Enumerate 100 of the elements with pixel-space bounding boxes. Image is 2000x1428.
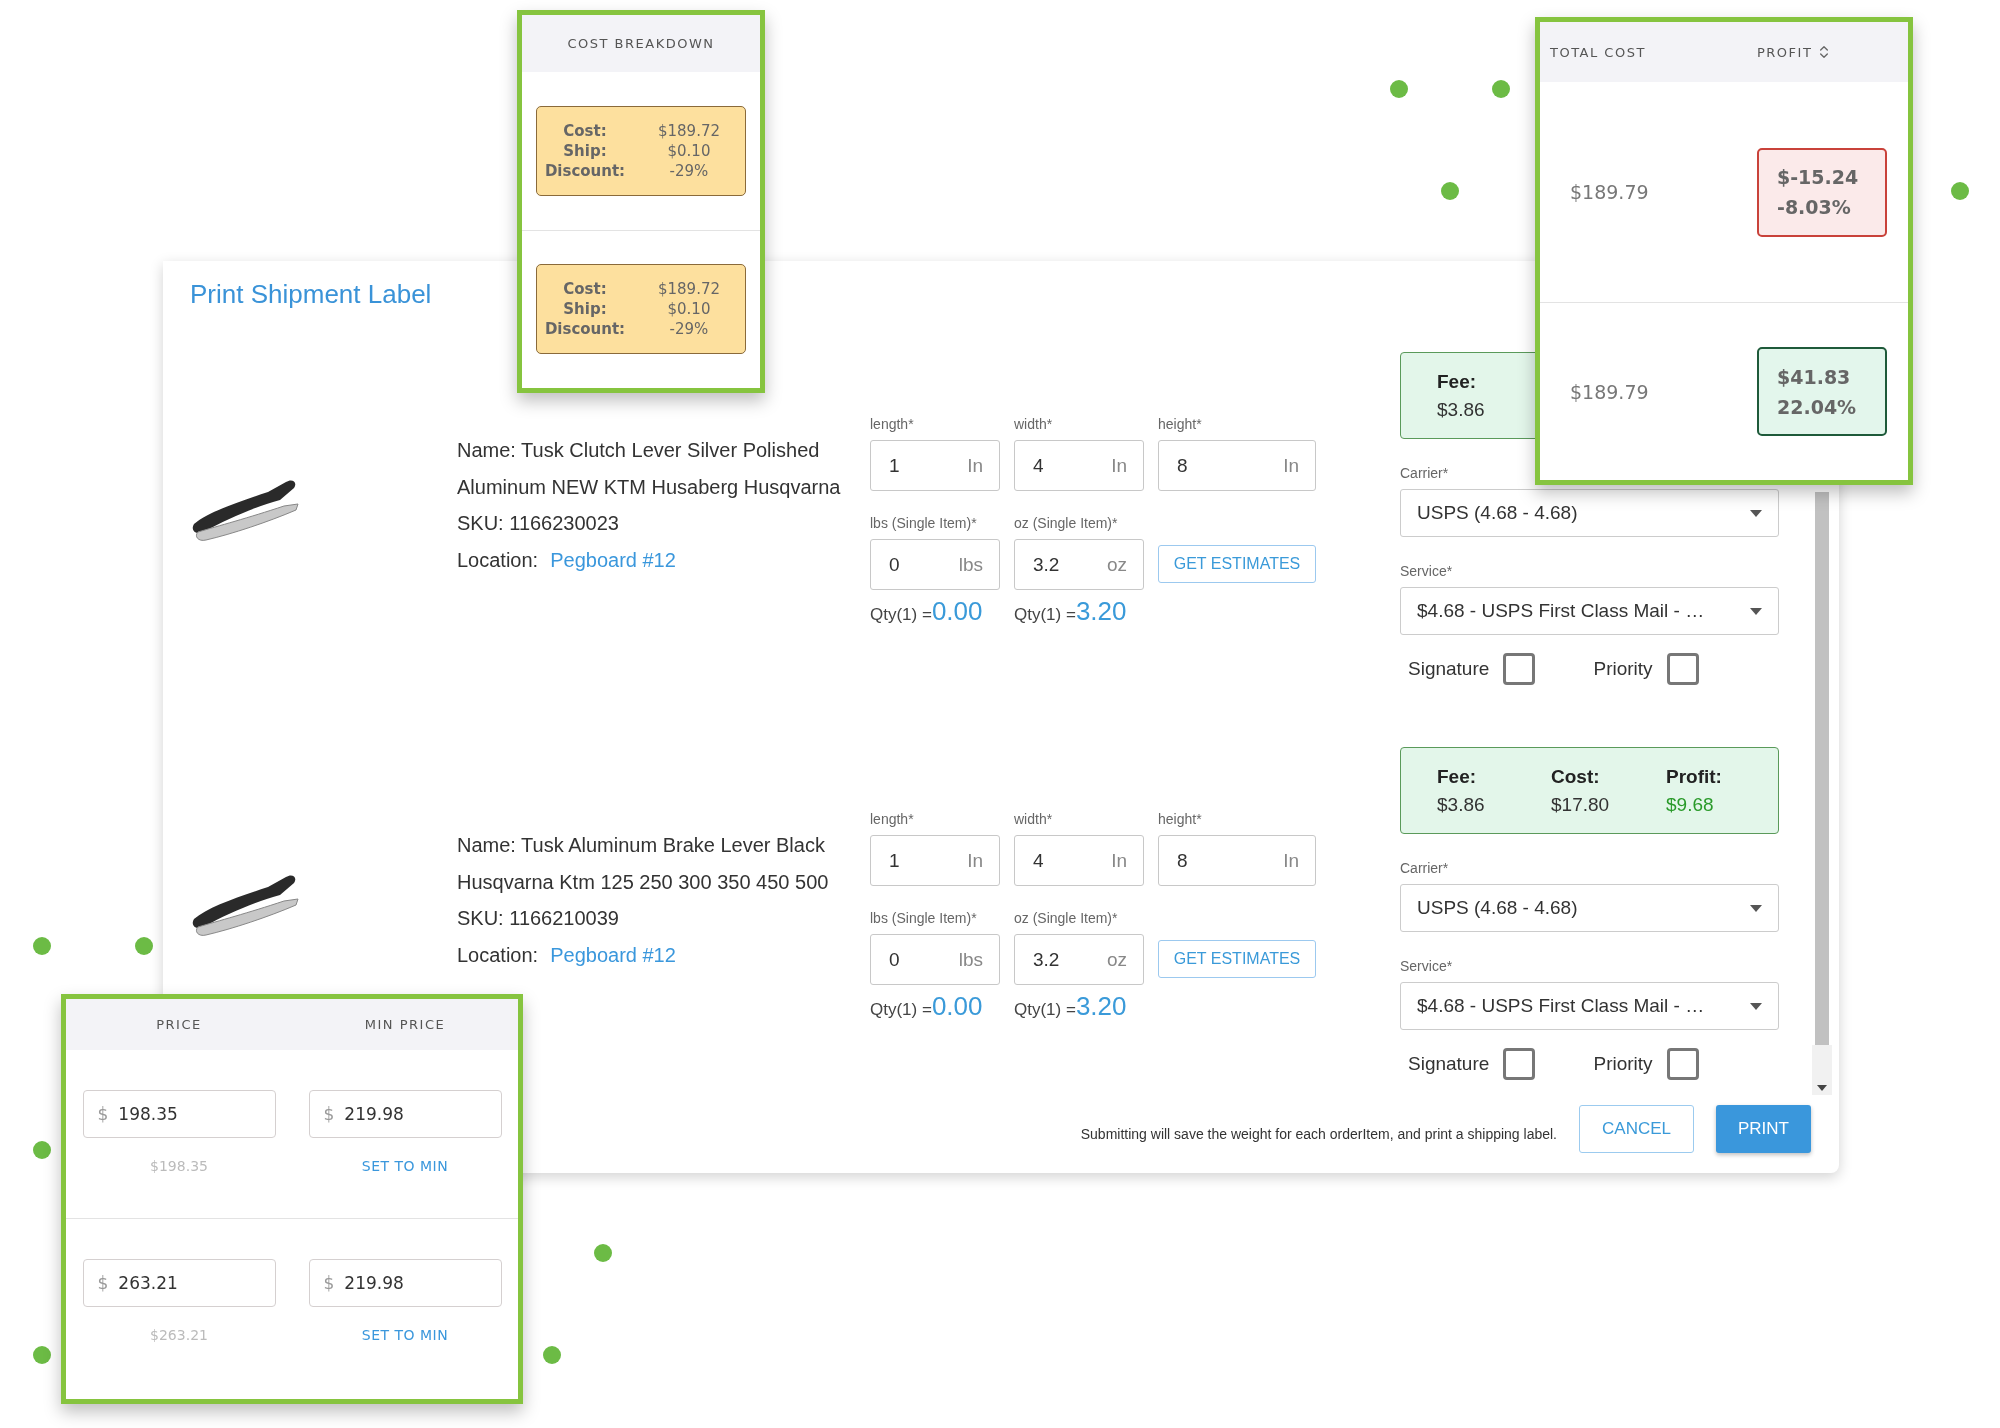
qty-value: 3.20 (1075, 596, 1127, 627)
option-label: Signature (1408, 1053, 1490, 1075)
min-price-field[interactable]: $ 219.98 (308, 1259, 502, 1307)
price-note: $198.35 (150, 1158, 208, 1174)
cost-label: Ship: (562, 300, 608, 319)
qty-label: Qty(1) = (870, 1000, 932, 1020)
dimension-field[interactable]: 4 In (1014, 440, 1144, 491)
field-label: Service* (1400, 958, 1454, 974)
price-field[interactable]: $ 263.21 (82, 1259, 276, 1307)
cost-label: Discount: (543, 161, 627, 180)
dimension-field[interactable]: 1 In (870, 440, 1000, 491)
column-header: MIN PRICE (363, 1017, 447, 1032)
field-label: Service* (1400, 563, 1454, 579)
caret-icon (1750, 607, 1762, 615)
product-name: Name: Tusk Aluminum Brake Lever Black Husqvarna Ktm 125 250 300 350 450 500 (457, 833, 830, 895)
product-name: Name: Tusk Clutch Lever Silver Polished Aluminum NEW KTM Husaberg Husqvarna (457, 438, 842, 500)
fee-value: $3.86 (1437, 793, 1486, 816)
total-cost-value: $189.79 (1569, 181, 1650, 204)
fee-label: Profit: (1666, 765, 1723, 788)
footer-note: Submitting will save the weight for each orderItem, and print a shipping label. (1080, 1126, 1557, 1142)
column-header: TOTAL COST (1549, 44, 1647, 60)
accent-dot (1492, 80, 1510, 98)
weight-field[interactable]: 3.2 oz (1014, 539, 1144, 590)
field-label: length* (870, 811, 915, 827)
profit-badge: $41.83 22.04% (1757, 347, 1887, 437)
fee-label: Fee: (1437, 765, 1478, 788)
qty-label: Qty(1) = (1014, 605, 1076, 625)
field-label: width* (1014, 811, 1054, 827)
min-price-field[interactable]: $ 219.98 (308, 1090, 502, 1138)
field-label: Carrier* (1400, 860, 1450, 876)
checkbox[interactable] (1666, 653, 1699, 685)
checkbox[interactable] (1503, 653, 1536, 685)
option-label: Signature (1408, 658, 1490, 680)
qty-label: Qty(1) = (870, 605, 932, 625)
field-label: lbs (Single Item)* (870, 515, 978, 531)
profit-badge: $-15.24 -8.03% (1757, 147, 1887, 237)
sort-header[interactable]: PROFIT (1757, 44, 1908, 60)
qty-value: 0.00 (931, 991, 983, 1022)
dimension-field[interactable]: 8 In (1158, 835, 1316, 886)
dimension-field[interactable]: 1 In (870, 835, 1000, 886)
dimension-field[interactable]: 4 In (1014, 835, 1144, 886)
weight-field[interactable]: 0 lbs (870, 539, 1000, 590)
qty-label: Qty(1) = (1014, 1000, 1076, 1020)
location-label: Location: (457, 547, 539, 573)
location-label: Location: (457, 942, 539, 968)
field-label: Carrier* (1400, 465, 1450, 481)
option-label: Priority (1593, 658, 1653, 680)
fee-label: Cost: (1551, 765, 1601, 788)
dimension-field[interactable]: 8 In (1158, 440, 1316, 491)
option-label: Priority (1593, 1053, 1653, 1075)
column-header: PRICE (155, 1017, 203, 1032)
accent-dot (1390, 80, 1408, 98)
total-cost-value: $189.79 (1569, 380, 1650, 403)
field-label: oz (Single Item)* (1014, 910, 1119, 926)
product-sku: SKU: 1166230023 (457, 511, 620, 537)
cost-value: $189.72 (657, 280, 721, 299)
cost-label: Ship: (562, 141, 608, 160)
carrier-select[interactable]: USPS (4.68 - 4.68) (1400, 884, 1779, 932)
accent-dot (1441, 182, 1459, 200)
cost-value: $0.10 (666, 141, 712, 160)
price-note: $263.21 (150, 1327, 208, 1343)
checkbox[interactable] (1666, 1048, 1699, 1080)
accent-dot (1951, 182, 1969, 200)
weight-field[interactable]: 3.2 oz (1014, 934, 1144, 985)
caret-icon (1750, 509, 1762, 517)
cost-value: $0.10 (666, 300, 712, 319)
caret-icon (1750, 1002, 1762, 1010)
accent-dot (543, 1346, 561, 1364)
cost-value: $189.72 (657, 121, 721, 140)
qty-value: 0.00 (931, 596, 983, 627)
service-select[interactable]: $4.68 - USPS First Class Mail - … (1400, 982, 1779, 1030)
weight-field[interactable]: 0 lbs (870, 934, 1000, 985)
accent-dot (33, 1141, 51, 1159)
column-header: COST BREAKDOWN (566, 36, 716, 51)
price-field[interactable]: $ 198.35 (82, 1090, 276, 1138)
fee-value: $9.68 (1666, 793, 1715, 816)
cost-label: Cost: (562, 121, 608, 140)
accent-dot (33, 937, 51, 955)
dialog-title: Print Shipment Label (190, 279, 432, 310)
caret-icon (1750, 904, 1762, 912)
field-label: length* (870, 416, 915, 432)
service-select[interactable]: $4.68 - USPS First Class Mail - … (1400, 587, 1779, 635)
field-label: height* (1158, 416, 1203, 432)
scroll-down-icon[interactable] (1817, 1085, 1827, 1091)
accent-dot (135, 937, 153, 955)
checkbox[interactable] (1503, 1048, 1536, 1080)
fee-value: $3.86 (1437, 398, 1486, 421)
qty-value: 3.20 (1075, 991, 1127, 1022)
scrollbar-thumb[interactable] (1815, 492, 1829, 1045)
accent-dot (33, 1346, 51, 1364)
field-label: oz (Single Item)* (1014, 515, 1119, 531)
field-label: lbs (Single Item)* (870, 910, 978, 926)
field-label: width* (1014, 416, 1054, 432)
cost-label: Cost: (562, 280, 608, 299)
fee-value: $17.80 (1551, 793, 1611, 816)
cost-value: -29% (668, 320, 710, 339)
field-label: height* (1158, 811, 1203, 827)
cost-value: -29% (668, 161, 710, 180)
product-sku: SKU: 1166210039 (457, 906, 620, 932)
carrier-select[interactable]: USPS (4.68 - 4.68) (1400, 489, 1779, 537)
